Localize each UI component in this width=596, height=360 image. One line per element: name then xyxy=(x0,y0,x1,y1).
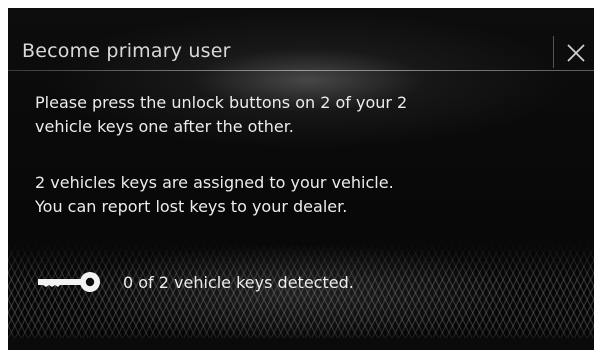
close-icon xyxy=(567,44,585,62)
info-line-1: 2 vehicles keys are assigned to your veh… xyxy=(35,173,394,192)
close-button[interactable] xyxy=(559,35,591,69)
dialog-screen: Become primary user Please press the unl… xyxy=(8,8,594,350)
car-key-icon xyxy=(38,272,100,292)
instruction-text: Please press the unlock buttons on 2 of … xyxy=(35,91,555,139)
background-grid-floor xyxy=(8,243,594,350)
instruction-line-1: Please press the unlock buttons on 2 of … xyxy=(35,93,408,112)
close-separator xyxy=(553,36,554,68)
header-divider xyxy=(8,70,594,71)
instruction-line-2: vehicle keys one after the other. xyxy=(35,117,294,136)
info-text: 2 vehicles keys are assigned to your veh… xyxy=(35,171,555,219)
dialog-title: Become primary user xyxy=(22,40,231,62)
info-line-2: You can report lost keys to your dealer. xyxy=(35,197,348,216)
key-status-text: 0 of 2 vehicle keys detected. xyxy=(123,273,354,292)
bottom-bar xyxy=(8,338,594,350)
